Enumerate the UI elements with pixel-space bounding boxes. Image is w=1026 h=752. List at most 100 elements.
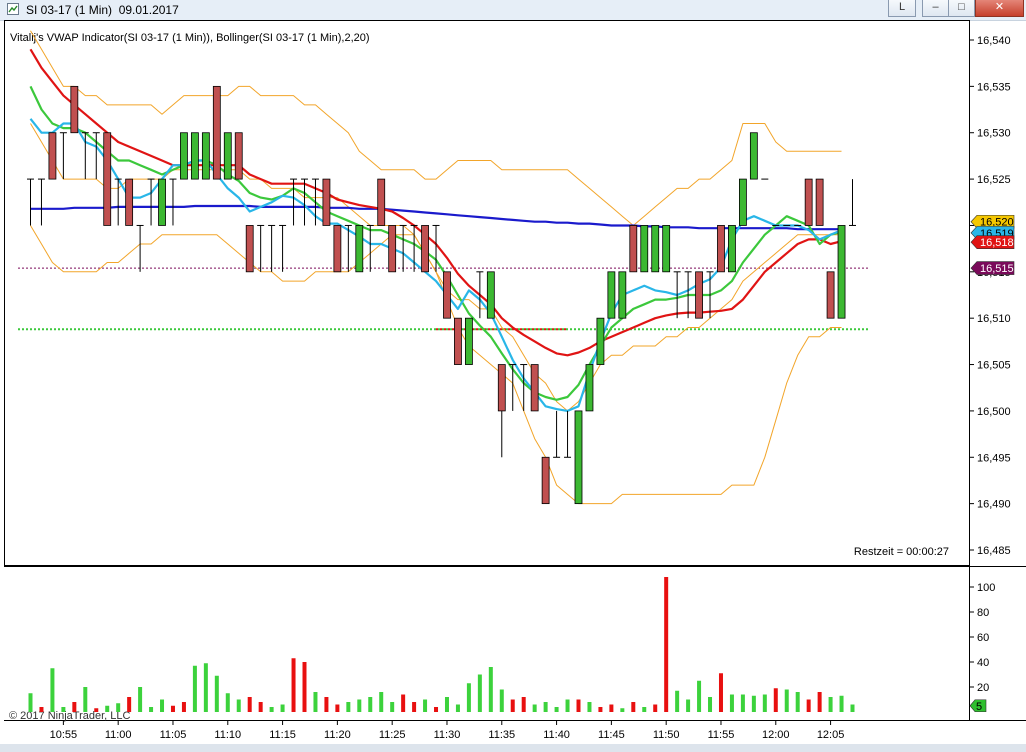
volume-bar (94, 708, 99, 712)
volume-bar (280, 704, 285, 712)
volume-bar (346, 702, 351, 712)
volume-bar (587, 702, 592, 712)
volume-bar (105, 705, 110, 712)
bottom-strip (0, 744, 1026, 752)
volume-marker-label: 5 (976, 701, 982, 713)
volume-marker: 5 (969, 699, 987, 713)
price-tick-label: 16,505 (977, 360, 1011, 372)
volume-bar (576, 699, 581, 712)
price-tick-label: 16,500 (977, 406, 1011, 418)
time-tick-label: 12:00 (762, 729, 790, 741)
volume-tick-label: 20 (977, 682, 989, 694)
volume-bar (83, 687, 88, 712)
volume-bar (127, 697, 132, 712)
price-tick-label: 16,540 (977, 35, 1011, 47)
volume-tick-label: 40 (977, 657, 989, 669)
volume-bar (401, 694, 406, 712)
candle-body (443, 271, 451, 319)
volume-bar (203, 663, 208, 712)
candle-body (662, 225, 671, 273)
volume-bar (39, 707, 44, 712)
volume-bar (664, 577, 669, 712)
volume-bar (302, 662, 307, 712)
candle-body (421, 225, 429, 273)
price-marker: 16,518 (970, 235, 1015, 249)
price-tick-label: 16,530 (977, 128, 1011, 140)
volume-bar (28, 693, 33, 712)
candle-body (180, 132, 188, 180)
volume-bar (543, 702, 548, 712)
volume-bar (466, 683, 471, 712)
candle-body (388, 225, 397, 273)
volume-bar (795, 692, 800, 712)
candle-body (695, 271, 703, 319)
time-tick-label: 11:20 (324, 729, 351, 741)
volume-bar (817, 692, 822, 712)
volume-bar (291, 658, 296, 712)
time-tick-label: 10:55 (50, 729, 78, 741)
candle-body (574, 410, 583, 505)
volume-bar (620, 708, 625, 712)
volume-bar (532, 704, 537, 712)
candle-body (190, 132, 199, 180)
volume-bar (784, 689, 789, 712)
chart-canvas[interactable]: Vitalij's VWAP Indicator(SI 03-17 (1 Min… (0, 0, 1026, 752)
volume-tick-label: 100 (977, 582, 995, 594)
volume-bar (729, 694, 734, 712)
candle-body (201, 132, 210, 180)
volume-bar (390, 702, 395, 712)
candle-body (585, 364, 594, 412)
candle-body (629, 225, 638, 273)
volume-bar (236, 699, 241, 712)
volume-bar (247, 697, 252, 712)
candle-body (234, 132, 243, 180)
volume-bar (675, 690, 680, 712)
volume-bar (357, 699, 362, 712)
volume-bar (565, 699, 570, 712)
candle-body (815, 178, 824, 226)
volume-bar (609, 704, 614, 712)
time-axis: 10:55 11:00 11:05 11:10 11:15 11:20 11:25 11:30… (50, 720, 845, 741)
candle-body (651, 225, 660, 273)
candle-body (596, 317, 605, 365)
volume-bar (368, 697, 373, 712)
candle-body (48, 132, 57, 180)
volume-axis: 100 80 60 40 20 (969, 582, 995, 694)
volume-bar (181, 702, 186, 712)
volume-bar (149, 707, 154, 712)
volume-bar (642, 707, 647, 712)
volume-bar (477, 674, 482, 712)
volume-bar (434, 707, 439, 712)
candle-body (377, 178, 386, 226)
volume-bar (806, 699, 811, 712)
volume-bar (50, 668, 55, 712)
candle-body (125, 178, 134, 226)
price-tick-label: 16,535 (977, 81, 1011, 93)
price-tick-label: 16,485 (977, 545, 1011, 557)
volume-bar (773, 688, 778, 712)
time-tick-label: 11:30 (434, 729, 461, 741)
time-tick-label: 11:15 (269, 729, 296, 741)
volume-bar (708, 697, 713, 712)
volume-bar (116, 703, 121, 712)
volume-bar (335, 704, 340, 712)
volume-bar (412, 702, 417, 712)
volume-bar (598, 707, 603, 712)
price-marker: 16,515 (970, 261, 1015, 275)
candle-body (223, 132, 232, 180)
candle-body (158, 178, 166, 226)
time-tick-label: 11:10 (214, 729, 241, 741)
volume-bar (72, 702, 77, 712)
volume-bar (138, 687, 143, 712)
candle-body (103, 132, 112, 226)
volume-bar (521, 697, 526, 712)
time-tick-label: 11:00 (105, 729, 132, 741)
time-tick-label: 12:05 (817, 729, 845, 741)
volume-bar (61, 707, 66, 712)
candle-body (530, 364, 539, 412)
candle-body (454, 317, 462, 365)
time-tick-label: 11:35 (488, 729, 515, 741)
time-tick-label: 11:55 (708, 729, 735, 741)
volume-bar (225, 693, 230, 712)
candle-body (749, 132, 758, 180)
